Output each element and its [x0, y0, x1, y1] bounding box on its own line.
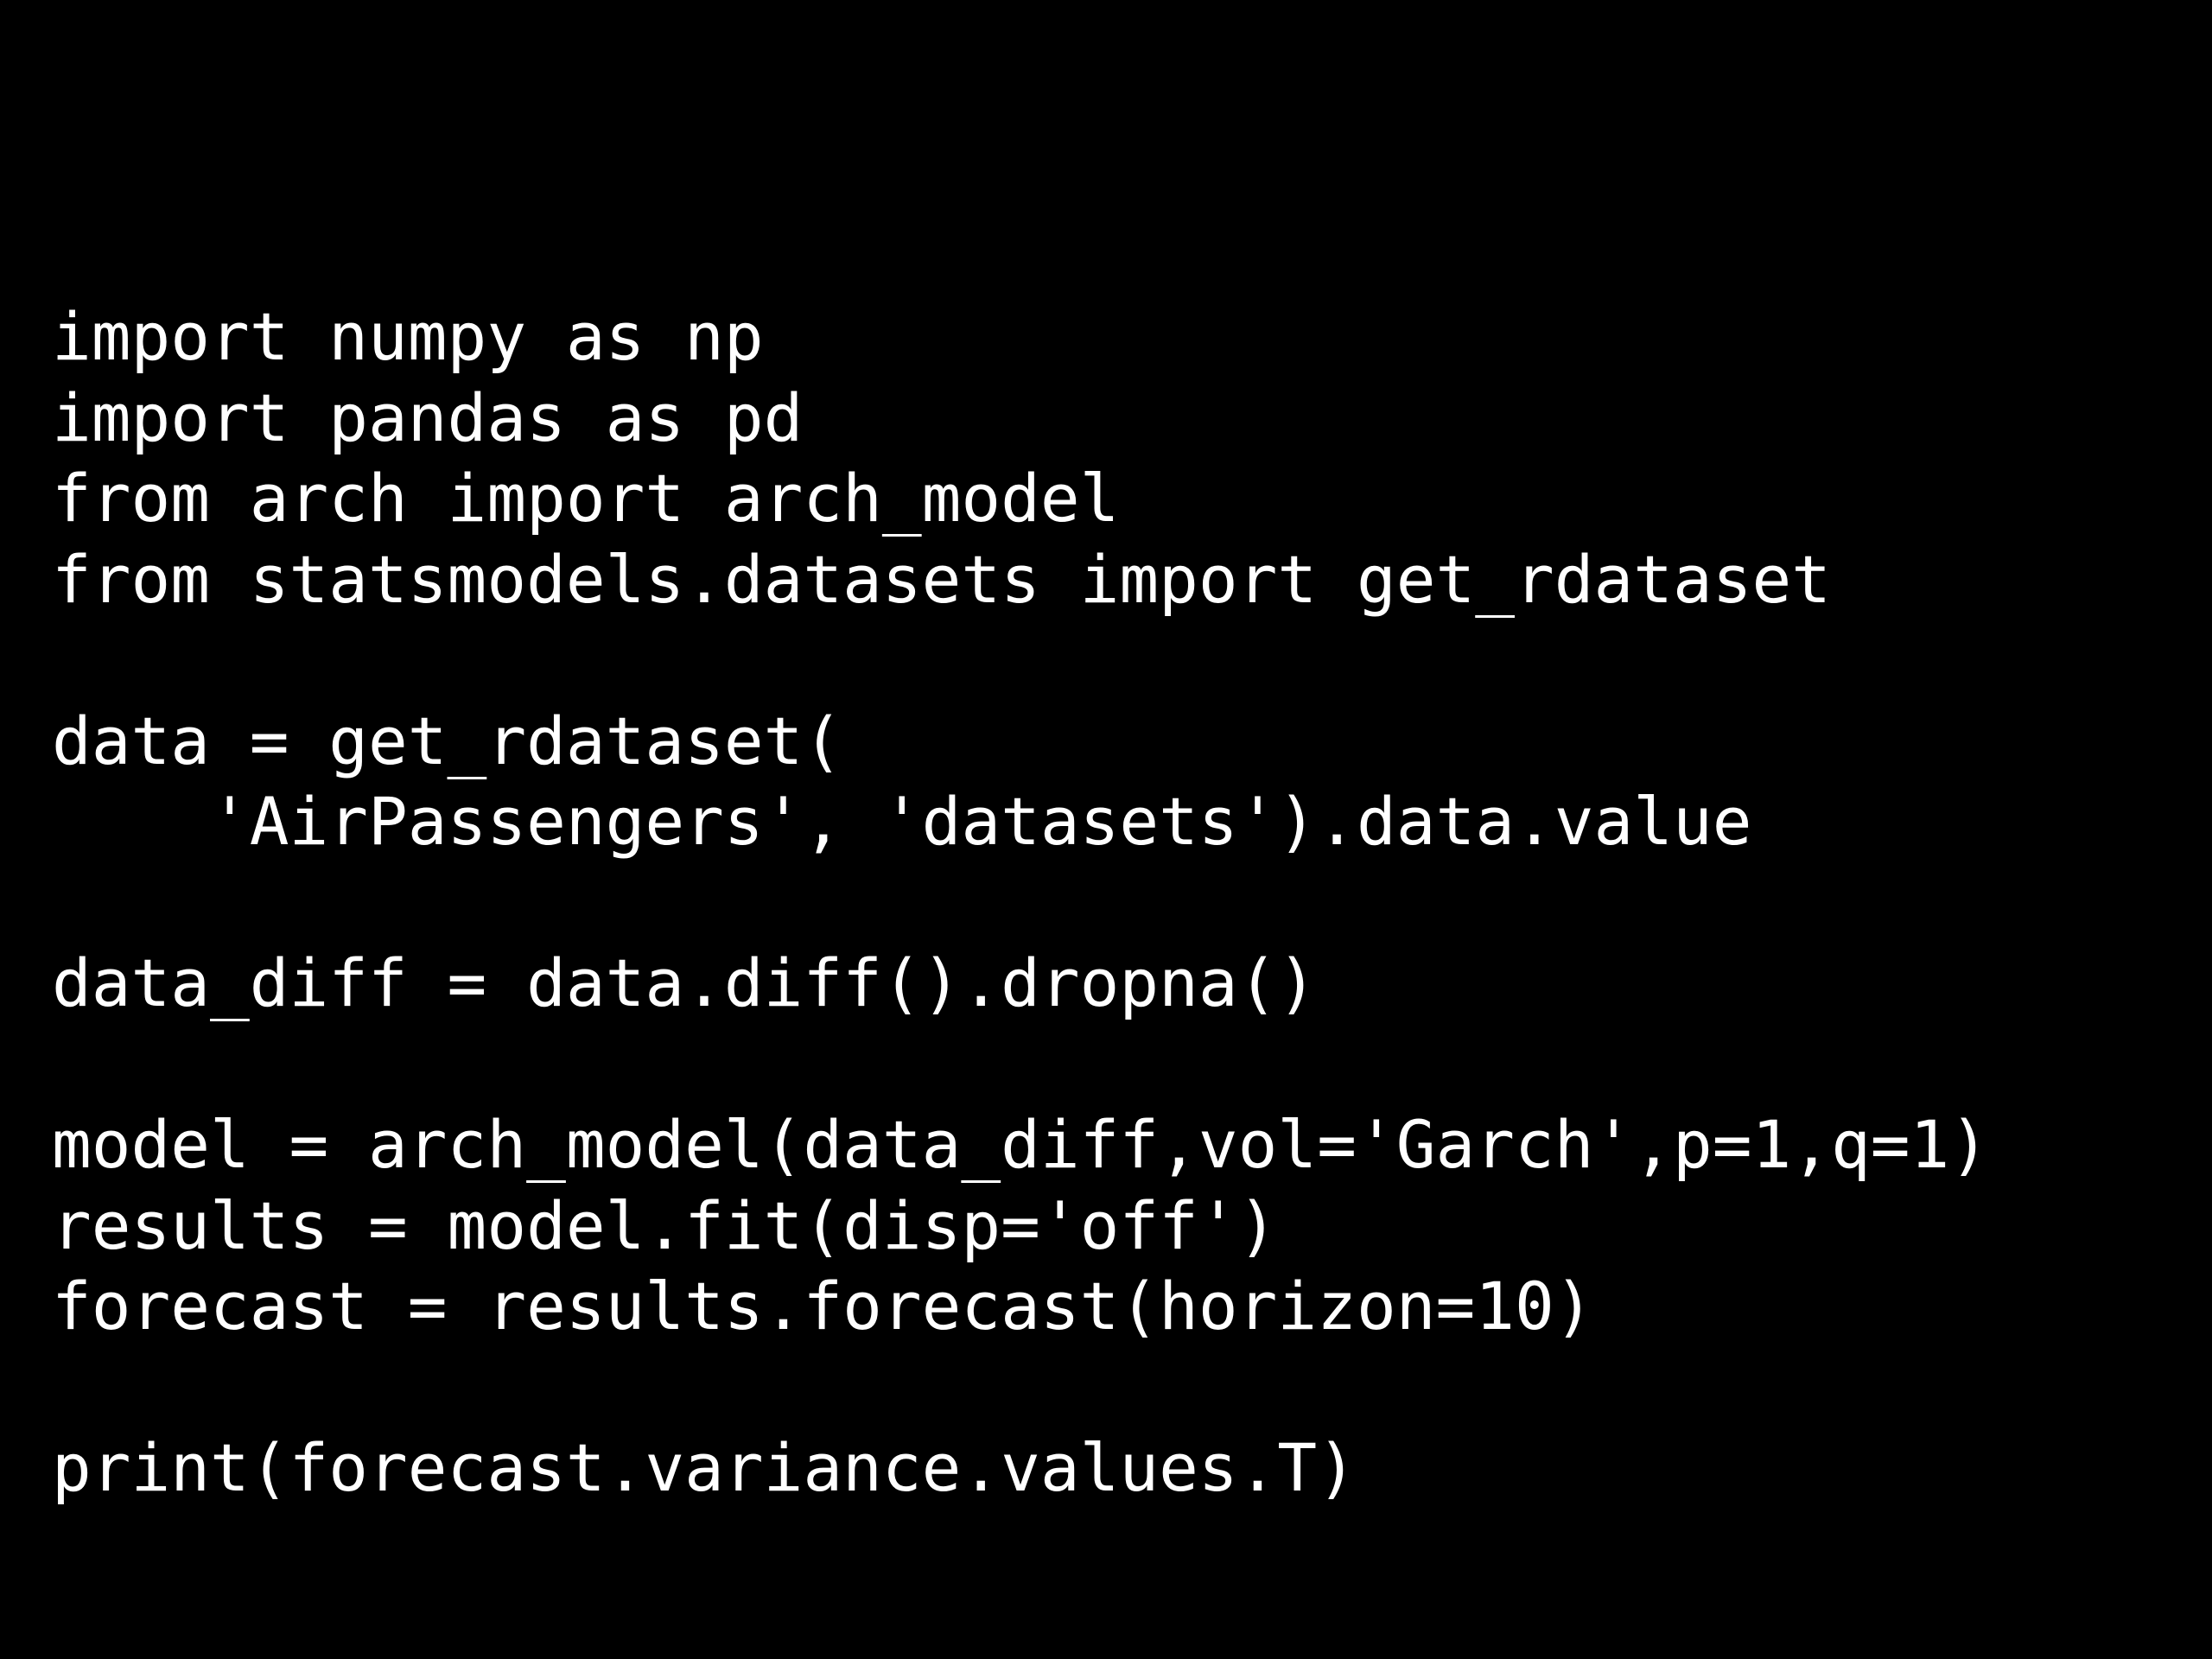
code-line: from statsmodels.datasets import get_rda… [52, 541, 1831, 618]
code-line: from arch import arch_model [52, 460, 1119, 537]
code-line: data_diff = data.diff().dropna() [52, 944, 1317, 1021]
code-line: import numpy as np [52, 298, 764, 375]
code-line: print(forecast.variance.values.T) [52, 1429, 1357, 1506]
code-line: 'AirPassengers', 'datasets').data.value [52, 783, 1752, 860]
code-line: data = get_rdataset( [52, 702, 842, 779]
code-line: model = arch_model(data_diff,vol='Garch'… [52, 1106, 1989, 1183]
code-block: import numpy as np import pandas as pd f… [52, 216, 1989, 1509]
code-line: import pandas as pd [52, 379, 803, 456]
code-line: results = model.fit(disp='off') [52, 1187, 1277, 1264]
code-line: forecast = results.forecast(horizon=10) [52, 1268, 1593, 1344]
